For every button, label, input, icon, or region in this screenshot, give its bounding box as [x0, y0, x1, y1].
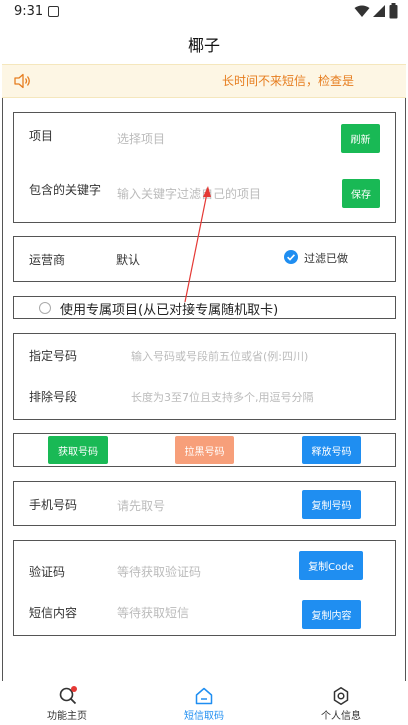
search-icon: [59, 686, 77, 705]
speaker-icon: [14, 73, 30, 89]
keyword-label: 包含的关键字: [29, 183, 102, 197]
exclude-segment-input[interactable]: 长度为3至7位且支持多个,用逗号分隔: [131, 389, 314, 405]
tab-sms[interactable]: 短信取码: [173, 684, 235, 724]
filter-checkbox-icon[interactable]: [284, 250, 298, 264]
notification-icon: [48, 6, 59, 17]
home-icon: [195, 687, 213, 705]
exclude-segment-label: 排除号段: [29, 390, 78, 404]
exclusive-project-label: 使用专属项目(从已对接专属随机取卡): [60, 303, 279, 318]
tab-sms-label: 短信取码: [184, 711, 224, 722]
signal-icon: [373, 5, 385, 17]
phone-number-label: 手机号码: [29, 498, 78, 512]
gear-icon: [333, 687, 349, 705]
filter-done-label: 过滤已做: [304, 252, 348, 265]
specify-number-label: 指定号码: [29, 349, 78, 363]
status-bar: 9:31: [0, 0, 408, 24]
project-select[interactable]: 选择项目: [117, 130, 327, 147]
refresh-button[interactable]: 刷新: [341, 124, 380, 153]
operator-label: 运营商: [29, 253, 66, 267]
status-time: 9:31: [14, 4, 44, 19]
copy-content-button[interactable]: 复制内容: [302, 600, 361, 629]
specify-number-input[interactable]: 输入号码或号段前五位或省(例:四川): [131, 348, 308, 364]
page-title: 椰子: [187, 36, 220, 55]
verification-code-value: 等待获取验证码: [117, 565, 202, 579]
project-card: [13, 112, 396, 223]
sms-content-value: 等待获取短信: [117, 606, 190, 620]
exclusive-radio[interactable]: [39, 302, 51, 314]
block-number-button[interactable]: 拉黑号码: [175, 436, 234, 464]
operator-value[interactable]: 默认: [116, 251, 140, 268]
keyword-input[interactable]: 输入关键字过滤自己的项目: [117, 185, 332, 202]
save-button[interactable]: 保存: [342, 179, 380, 208]
copy-code-button[interactable]: 复制Code: [299, 551, 363, 580]
project-label: 项目: [29, 129, 54, 143]
verification-code-label: 验证码: [29, 565, 66, 579]
battery-icon: [389, 3, 398, 19]
sms-content-label: 短信内容: [29, 606, 78, 620]
get-number-button[interactable]: 获取号码: [48, 436, 108, 464]
tab-home-label: 功能主页: [47, 711, 87, 722]
tab-profile-label: 个人信息: [321, 711, 361, 722]
tab-home[interactable]: 功能主页: [36, 684, 98, 724]
notice-text[interactable]: 长时间不来短信，检查是: [222, 72, 406, 89]
tab-profile[interactable]: 个人信息: [310, 684, 372, 724]
release-number-button[interactable]: 释放号码: [302, 436, 361, 464]
wifi-icon: [354, 5, 370, 17]
copy-number-button[interactable]: 复制号码: [302, 490, 361, 519]
phone-number-value: 请先取号: [117, 499, 166, 513]
